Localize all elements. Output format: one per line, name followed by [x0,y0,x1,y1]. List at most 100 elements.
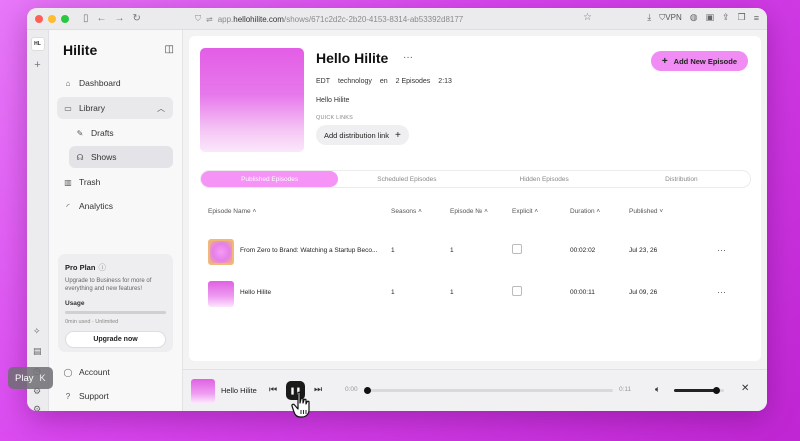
upgrade-now-button[interactable]: Upgrade now [65,330,166,348]
nav-analytics[interactable]: ◜ Analytics [57,195,173,217]
nav-account[interactable]: ◯ Account [57,361,173,383]
show-cover-art[interactable] [200,48,304,152]
address-bar[interactable]: ⛉ ⇌ app.hellohilite.com/shows/671c2d2c-2… [195,11,575,27]
episode-published-date: Jul 09, 26 [629,289,658,296]
shield-icon[interactable]: ⛉ [195,14,201,24]
table-row[interactable]: Hello Hilite 1 1 00:00:11 Jul 09, 26 ··· [200,275,751,313]
usage-label: Usage [65,299,85,307]
skip-back-icon[interactable]: ⏮ [269,384,277,395]
sidebar-toggle-icon[interactable]: ▯ [83,13,89,24]
total-duration: 0:11 [619,386,632,393]
sort-up-icon: ˄ [534,208,539,215]
add-distribution-link-button[interactable]: Add distribution link + [316,125,409,145]
explicit-checkbox[interactable] [512,286,522,296]
row-more-options-icon[interactable]: ··· [717,287,726,297]
browser-window: ▯ ← → ↻ ⛉ ⇌ app.hellohilite.com/shows/67… [27,8,767,411]
maximize-window-button[interactable] [61,14,69,23]
nav-account-label: Account [79,367,110,377]
chevron-up-icon[interactable]: ︿ [157,103,165,114]
episode-name[interactable]: From Zero to Brand: Watching a Startup B… [240,247,377,254]
nav-library[interactable]: ▭ Library ︿ [57,97,173,119]
player-thumbnail [191,379,215,403]
wallet-icon[interactable]: ▣ [706,12,715,23]
progress-handle[interactable] [364,387,371,394]
sparkle-icon[interactable]: ✧ [33,326,41,337]
nav-dashboard[interactable]: ⌂ Dashboard [57,72,173,94]
extension-icon[interactable]: ◍ [690,12,698,23]
nav-drafts[interactable]: ✎ Drafts [69,122,173,144]
site-settings-icon[interactable]: ⇌ [206,15,213,24]
episode-seasons: 1 [391,247,395,254]
meta-timezone: EDT [316,78,330,85]
reload-icon[interactable]: ↻ [133,13,141,24]
volume-slider[interactable] [674,387,724,394]
skip-forward-icon[interactable]: ⏭ [314,384,322,395]
table-header: Episode Name ˄ Seasons ˄ Episode № ˄ Exp… [200,208,751,222]
tab-published-episodes[interactable]: Published Episodes [201,171,339,187]
menu-icon[interactable]: ≡ [754,13,759,23]
hilite-tab-icon[interactable]: HL [30,37,45,51]
tab-distribution[interactable]: Distribution [613,171,750,187]
meta-episode-count: 2 Episodes [395,78,431,85]
row-more-options-icon[interactable]: ··· [717,245,726,255]
browser-toolbar: ▯ ← → ↻ ⛉ ⇌ app.hellohilite.com/shows/67… [27,8,767,30]
episode-thumbnail [208,281,234,307]
info-icon[interactable]: ⓘ [98,263,106,272]
episode-duration: 00:00:11 [570,289,595,296]
show-description: Hello Hilite [316,97,350,104]
volume-icon[interactable]: 🔈︎ [655,384,660,395]
volume-fill [674,389,717,392]
tab-scheduled-episodes[interactable]: Scheduled Episodes [338,171,475,187]
add-tab-icon[interactable]: + [34,59,40,71]
minimize-window-button[interactable] [48,14,56,23]
plus-icon: + [661,55,668,67]
current-time: 0:00 [345,386,358,393]
trash-icon: ▥ [64,177,72,187]
nav-dashboard-label: Dashboard [79,78,121,88]
episode-name[interactable]: Hello Hilite [240,289,271,296]
show-more-options-icon[interactable]: ··· [403,52,413,63]
tab-hidden-episodes[interactable]: Hidden Episodes [476,171,613,187]
tabs-icon[interactable]: ❐ [738,12,746,23]
nav-support[interactable]: ? Support [57,385,173,407]
header-published[interactable]: Published ˅ [629,208,663,215]
collapse-sidebar-icon[interactable]: ◫ [165,44,174,55]
headphones-icon: ☊ [76,152,84,162]
explicit-checkbox[interactable] [512,244,522,254]
add-new-episode-button[interactable]: + Add New Episode [650,51,748,71]
close-window-button[interactable] [35,14,43,23]
share-icon[interactable]: ⇪ [722,12,730,23]
progress-slider[interactable] [364,387,613,394]
nav-shows[interactable]: ☊ Shows [69,146,173,168]
header-episode-name[interactable]: Episode Name ˄ [208,208,256,215]
note-icon[interactable]: ▤ [33,346,42,357]
nav-library-label: Library [79,103,105,113]
header-duration[interactable]: Duration ˄ [570,208,600,215]
gear-icon[interactable]: ⚙ [33,404,41,411]
nav-trash[interactable]: ▥ Trash [57,171,173,193]
close-player-icon[interactable]: ✕ [741,383,749,394]
hand-cursor-icon [291,391,310,418]
header-episode-number[interactable]: Episode № ˄ [450,208,488,215]
browser-actions: ⤓ ⛉VPN ◍ ▣ ⇪ ❐ ≡ [647,12,759,23]
app-logo[interactable]: Hilite [63,42,97,58]
show-meta: EDT technology en 2 Episodes 2:13 [316,78,452,85]
episode-tabs: Published Episodes Scheduled Episodes Hi… [200,170,751,188]
header-explicit[interactable]: Explicit ˄ [512,208,538,215]
header-seasons[interactable]: Seasons ˄ [391,208,422,215]
download-icon[interactable]: ⤓ [647,12,651,23]
sort-up-icon: ˄ [484,208,488,215]
volume-handle[interactable] [713,387,720,394]
usage-bar [65,310,166,314]
bookmark-star-icon[interactable]: ☆ [583,12,592,23]
browser-sidebar-rail: HL + ✧ ▤ ◷ ⚙ ⚙ [27,30,49,411]
nav-analytics-label: Analytics [79,201,114,211]
sort-up-icon: ˄ [418,208,422,215]
episode-seasons: 1 [391,289,395,296]
window-controls [35,14,69,23]
table-row[interactable]: From Zero to Brand: Watching a Startup B… [200,233,751,271]
vpn-badge[interactable]: ⛉VPN [659,13,681,23]
back-arrow-icon[interactable]: ← [97,13,107,24]
show-title: Hello Hilite [316,50,389,66]
forward-arrow-icon[interactable]: → [115,13,125,24]
